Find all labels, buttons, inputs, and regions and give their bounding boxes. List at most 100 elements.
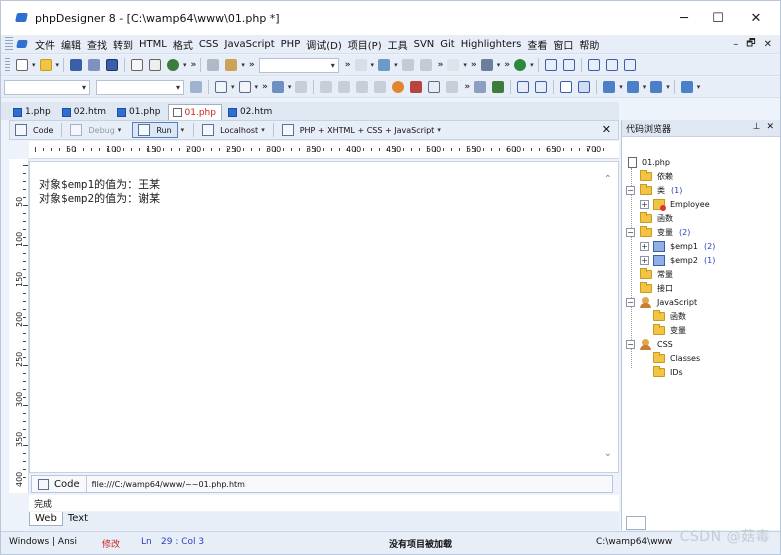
tab-web[interactable]: Web	[29, 512, 63, 526]
menu-file[interactable]: 文件	[32, 37, 58, 52]
debug-dropdown-icon[interactable]: ▾	[118, 126, 122, 134]
menu-php[interactable]: PHP	[278, 39, 304, 50]
tree-var-emp2[interactable]: $emp2 (1)	[653, 254, 715, 267]
step-into-icon[interactable]	[318, 79, 334, 95]
check-dropdown-icon[interactable]: ▾	[697, 83, 701, 91]
tag-dropdown-icon[interactable]: ▾	[619, 83, 623, 91]
menu-grip[interactable]	[5, 37, 13, 51]
check-icon[interactable]	[679, 79, 695, 95]
template-icon[interactable]	[625, 79, 641, 95]
mdi-restore-button[interactable]: 🗗	[746, 36, 755, 53]
page-setup-icon[interactable]	[147, 57, 163, 73]
tree-class-employee[interactable]: Employee	[653, 198, 710, 211]
collapse-icon[interactable]: −	[626, 340, 635, 349]
debug-dropdown-icon[interactable]: ▾	[288, 83, 292, 91]
plugin-icon[interactable]	[648, 79, 664, 95]
tab-02-htm[interactable]: 02.htm	[58, 104, 111, 120]
list-icon[interactable]	[515, 79, 531, 95]
tag-icon[interactable]	[601, 79, 617, 95]
browser-dropdown-icon[interactable]: ▾	[183, 61, 187, 69]
debug-button[interactable]: Debug ▾	[65, 122, 126, 138]
tree-interfaces[interactable]: 接口	[640, 282, 673, 295]
browser-icon[interactable]	[165, 57, 181, 73]
save-as-icon[interactable]	[86, 57, 102, 73]
close-button[interactable]: ✕	[733, 1, 779, 35]
indent-dropdown-icon[interactable]: ▾	[371, 61, 375, 69]
menu-find[interactable]: 查找	[84, 37, 110, 52]
step-out-icon[interactable]	[354, 79, 370, 95]
panel-close-icon[interactable]: ✕	[766, 122, 774, 132]
toolbar-combo-left[interactable]	[4, 79, 90, 95]
panel-right-icon[interactable]	[561, 57, 577, 73]
calculator-icon[interactable]	[426, 79, 442, 95]
tree-js-variables[interactable]: 变量	[653, 324, 686, 337]
highlighter-mode-button[interactable]: PHP + XHTML + CSS + JavaScript ▾	[277, 122, 446, 138]
text-format-icon[interactable]	[400, 57, 416, 73]
expand-icon[interactable]: +	[640, 242, 649, 251]
run-dropdown-icon[interactable]: ▾	[181, 126, 185, 134]
globe-icon[interactable]	[512, 57, 528, 73]
template-dropdown-icon[interactable]: ▾	[643, 83, 647, 91]
mode-dropdown-icon[interactable]: ▾	[437, 126, 441, 134]
panel-left-icon[interactable]	[543, 57, 559, 73]
plugin-dropdown-icon[interactable]: ▾	[666, 83, 670, 91]
tab-01-php-active[interactable]: 01.php	[167, 104, 222, 120]
encoding-status[interactable]: Windows | Ansi	[9, 537, 77, 547]
tab-01-php[interactable]: 01.php	[113, 104, 165, 120]
connect-icon[interactable]	[472, 79, 488, 95]
scroll-down-icon[interactable]: ⌄	[604, 448, 612, 459]
text-format2-icon[interactable]	[418, 57, 434, 73]
cut-icon[interactable]	[205, 57, 221, 73]
window-icon[interactable]	[558, 79, 574, 95]
tree-js-functions[interactable]: 函数	[653, 310, 686, 323]
bookmark-dropdown-icon[interactable]: ▾	[231, 83, 235, 91]
toolbar-overflow-icon[interactable]: »	[345, 60, 351, 70]
toolbar-overflow-icon[interactable]: »	[249, 60, 255, 70]
export-icon[interactable]	[444, 79, 460, 95]
menu-javascript[interactable]: JavaScript	[222, 39, 278, 50]
toolbar-combo-function[interactable]	[96, 79, 184, 95]
menu-goto[interactable]: 转到	[110, 37, 136, 52]
open-dropdown-icon[interactable]: ▾	[56, 61, 60, 69]
toolbar-overflow-icon[interactable]: »	[471, 60, 477, 70]
tab-text[interactable]: Text	[63, 512, 93, 525]
close-document-button[interactable]: ✕	[602, 123, 611, 136]
paste-dropdown-icon[interactable]: ▾	[241, 61, 245, 69]
scroll-up-icon[interactable]: ⌃	[604, 174, 612, 185]
panel-bottom-tab[interactable]	[626, 516, 646, 530]
print-preview-icon[interactable]	[129, 57, 145, 73]
expand-icon[interactable]: +	[640, 200, 649, 209]
collapse-icon[interactable]: −	[626, 228, 635, 237]
split-vertical-icon[interactable]	[604, 57, 620, 73]
tab-02-htm-second[interactable]: 02.htm	[224, 104, 277, 120]
toolbar-combo[interactable]	[258, 57, 339, 73]
tree-functions[interactable]: 函数	[640, 212, 673, 225]
expand-icon[interactable]: +	[640, 256, 649, 265]
menu-project[interactable]: 项目(P)	[345, 37, 385, 52]
tree-root[interactable]: 01.php	[628, 156, 670, 169]
menu-git[interactable]: Git	[437, 39, 457, 50]
toolbar-overflow-icon[interactable]: »	[191, 60, 197, 70]
menu-svn[interactable]: SVN	[411, 39, 438, 50]
snippet-dropdown-icon[interactable]: ▾	[255, 83, 259, 91]
menu-edit[interactable]: 编辑	[58, 37, 84, 52]
menu-format[interactable]: 格式	[170, 37, 196, 52]
menu-highlighters[interactable]: Highlighters	[458, 39, 525, 50]
run-button[interactable]: Run	[132, 122, 178, 138]
bookmark-icon[interactable]	[213, 79, 229, 95]
tree-dependencies[interactable]: 依赖	[640, 170, 673, 183]
image-icon[interactable]	[376, 57, 392, 73]
menu-debug[interactable]: 调试(D)	[303, 37, 345, 52]
localhost-dropdown-icon[interactable]: ▾	[261, 126, 265, 134]
menu-tools[interactable]: 工具	[385, 37, 411, 52]
toolbar-grip[interactable]	[5, 58, 10, 72]
tree-css[interactable]: CSS	[640, 338, 673, 351]
toolbar-overflow-icon[interactable]: »	[504, 60, 510, 70]
spellcheck-icon[interactable]	[408, 79, 424, 95]
globe-dropdown-icon[interactable]: ▾	[530, 61, 534, 69]
tools-dropdown-icon[interactable]: ▾	[497, 61, 501, 69]
menu-css[interactable]: CSS	[196, 39, 222, 50]
window-active-icon[interactable]	[576, 79, 592, 95]
mdi-minimize-button[interactable]: –	[733, 39, 738, 50]
tree-constants[interactable]: 常量	[640, 268, 673, 281]
